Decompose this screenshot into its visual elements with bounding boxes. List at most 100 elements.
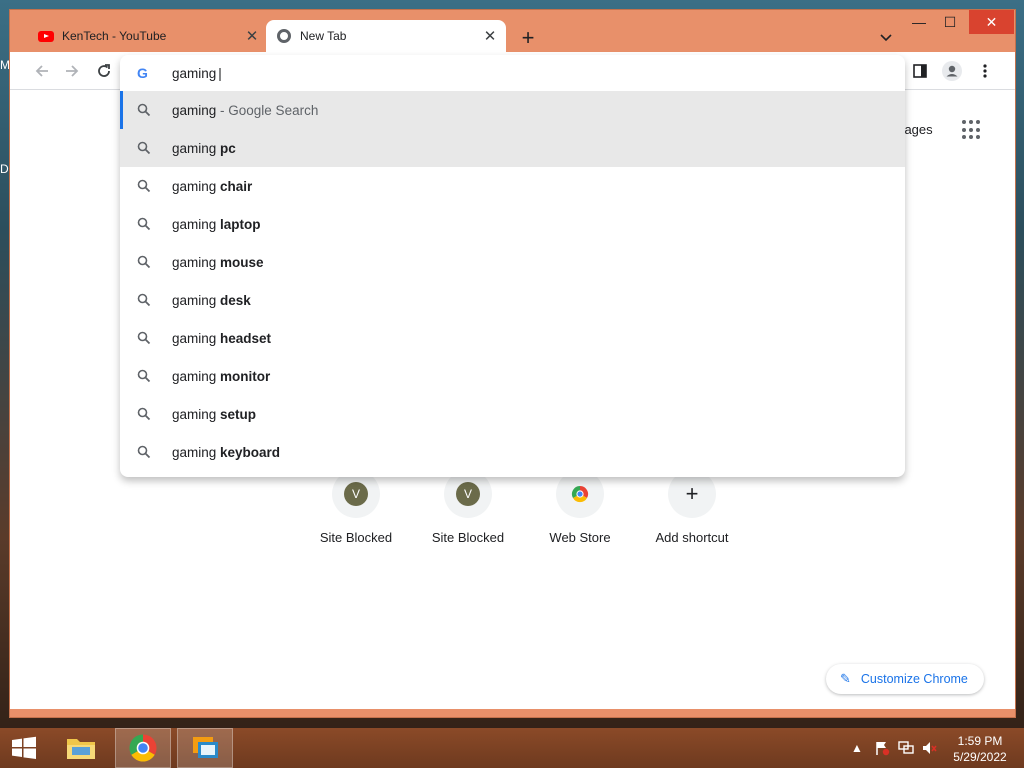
- search-icon: [137, 141, 151, 155]
- tab-close-icon[interactable]: ✕: [242, 26, 262, 46]
- suggestion-item[interactable]: gaming headset: [120, 319, 905, 357]
- site-letter-icon: V: [456, 482, 480, 506]
- site-letter-icon: V: [344, 482, 368, 506]
- suggestion-item[interactable]: gaming - Google Search: [120, 91, 905, 129]
- tab-close-icon[interactable]: ✕: [480, 26, 500, 46]
- youtube-icon: [38, 28, 54, 44]
- suggestion-completion: mouse: [220, 254, 264, 270]
- show-hidden-icons-chevron-icon[interactable]: ▲: [850, 736, 864, 760]
- tab-search-chevron-icon[interactable]: [874, 26, 898, 50]
- suggestion-item[interactable]: gaming desk: [120, 281, 905, 319]
- search-icon: [137, 445, 151, 459]
- web-store-icon: [571, 485, 589, 503]
- network-icon[interactable]: [896, 736, 916, 760]
- windows-logo-icon: [12, 736, 36, 759]
- tab-new-tab[interactable]: New Tab ✕: [266, 20, 506, 52]
- shortcut-icon-bg: +: [668, 470, 716, 518]
- suggestion-query: gaming: [172, 406, 221, 422]
- profile-avatar-icon[interactable]: [940, 59, 964, 83]
- suggestion-item[interactable]: gaming mouse: [120, 243, 905, 281]
- suggestion-query: gaming: [172, 368, 221, 384]
- suggestion-item[interactable]: gaming chair: [120, 167, 905, 205]
- address-bar[interactable]: G gaming: [120, 55, 905, 91]
- tab-youtube[interactable]: KenTech - YouTube ✕: [28, 20, 268, 52]
- suggestion-query: gaming: [172, 102, 217, 118]
- shortcut-label: Web Store: [549, 530, 611, 545]
- suggestion-completion: headset: [220, 330, 272, 346]
- menu-kebab-icon[interactable]: [973, 59, 997, 83]
- shortcut-label: Site Blocked: [319, 530, 393, 545]
- suggestion-item[interactable]: gaming keyboard: [120, 433, 905, 471]
- clock-date: 5/29/2022: [953, 750, 1007, 764]
- suggestion-query: gaming: [172, 254, 221, 270]
- customize-label: Customize Chrome: [860, 672, 968, 686]
- suggestion-list: gaming - Google Search gaming pc gaming …: [120, 91, 905, 471]
- shortcut-tile[interactable]: V Site Blocked: [412, 470, 524, 545]
- suggestion-query: gaming: [172, 140, 221, 156]
- search-icon: [137, 331, 151, 345]
- shortcut-label: Site Blocked: [431, 530, 505, 545]
- suggestion-completion: pc: [220, 140, 236, 156]
- shortcut-icon-bg: [556, 470, 604, 518]
- new-tab-button[interactable]: +: [514, 25, 542, 50]
- maximize-button[interactable]: ☐: [936, 10, 964, 34]
- tab-title: New Tab: [300, 29, 347, 43]
- suggestion-completion: desk: [220, 292, 251, 308]
- suggestion-query: gaming: [172, 292, 221, 308]
- suggestion-completion: laptop: [220, 216, 261, 232]
- google-apps-icon[interactable]: [962, 120, 982, 140]
- suggestion-item[interactable]: gaming setup: [120, 395, 905, 433]
- search-icon: [137, 217, 151, 231]
- side-panel-icon[interactable]: [908, 59, 932, 83]
- start-button[interactable]: [0, 728, 48, 768]
- search-icon: [137, 293, 151, 307]
- omnibox-dropdown: G gaming gaming - Google Search gaming p…: [120, 55, 905, 477]
- shortcuts-grid: V Site Blocked V Site Blocked Web Store …: [300, 470, 748, 545]
- suggestion-query: gaming: [172, 444, 221, 460]
- desktop-icon-fragment: D: [0, 162, 9, 176]
- chrome-icon: [129, 734, 157, 762]
- search-icon: [137, 407, 151, 421]
- suggestion-completion: setup: [220, 406, 257, 422]
- close-window-button[interactable]: ✕: [969, 10, 1014, 34]
- title-bar: KenTech - YouTube ✕ New Tab ✕ + — ☐ ✕: [10, 10, 1015, 52]
- suggestion-item[interactable]: gaming laptop: [120, 205, 905, 243]
- suggestion-completion: chair: [220, 178, 253, 194]
- system-clock[interactable]: 1:59 PM 5/29/2022: [940, 733, 1020, 765]
- add-shortcut-button[interactable]: + Add shortcut: [636, 470, 748, 545]
- shortcut-tile[interactable]: V Site Blocked: [300, 470, 412, 545]
- minimize-button[interactable]: —: [905, 10, 933, 34]
- search-icon: [137, 255, 151, 269]
- suggestion-item[interactable]: gaming pc: [120, 129, 905, 167]
- file-explorer-button[interactable]: [56, 728, 106, 768]
- google-icon: G: [137, 65, 148, 81]
- remote-app-taskbar-button[interactable]: [177, 728, 233, 768]
- action-center-flag-icon[interactable]: [872, 736, 892, 760]
- volume-muted-icon[interactable]: [920, 736, 940, 760]
- search-icon: [137, 103, 151, 117]
- suggestion-completion: monitor: [220, 368, 271, 384]
- search-icon: [137, 369, 151, 383]
- clock-time: 1:59 PM: [957, 734, 1003, 748]
- suggestion-query: gaming: [172, 216, 221, 232]
- remote-desktop-icon: [193, 737, 218, 758]
- suggestion-item[interactable]: gaming monitor: [120, 357, 905, 395]
- address-input[interactable]: gaming: [172, 66, 222, 81]
- plus-icon: +: [685, 481, 699, 506]
- shortcut-web-store[interactable]: Web Store: [524, 470, 636, 545]
- taskbar: ▲ 1:59 PM 5/29/2022: [0, 728, 1024, 768]
- shortcut-icon-bg: V: [444, 470, 492, 518]
- chrome-icon: [276, 28, 292, 44]
- suggestion-completion: keyboard: [220, 444, 281, 460]
- tab-title: KenTech - YouTube: [62, 29, 167, 43]
- customize-chrome-button[interactable]: ✎ Customize Chrome: [826, 664, 984, 694]
- back-icon[interactable]: [30, 59, 54, 83]
- shortcut-label: Add shortcut: [655, 530, 729, 545]
- suggestion-query: gaming: [172, 330, 221, 346]
- search-icon: [137, 179, 151, 193]
- chrome-taskbar-button[interactable]: [115, 728, 171, 768]
- suggestion-meta: - Google Search: [216, 102, 319, 118]
- folder-icon: [67, 739, 95, 759]
- reload-icon[interactable]: [92, 59, 116, 83]
- forward-icon[interactable]: [60, 59, 84, 83]
